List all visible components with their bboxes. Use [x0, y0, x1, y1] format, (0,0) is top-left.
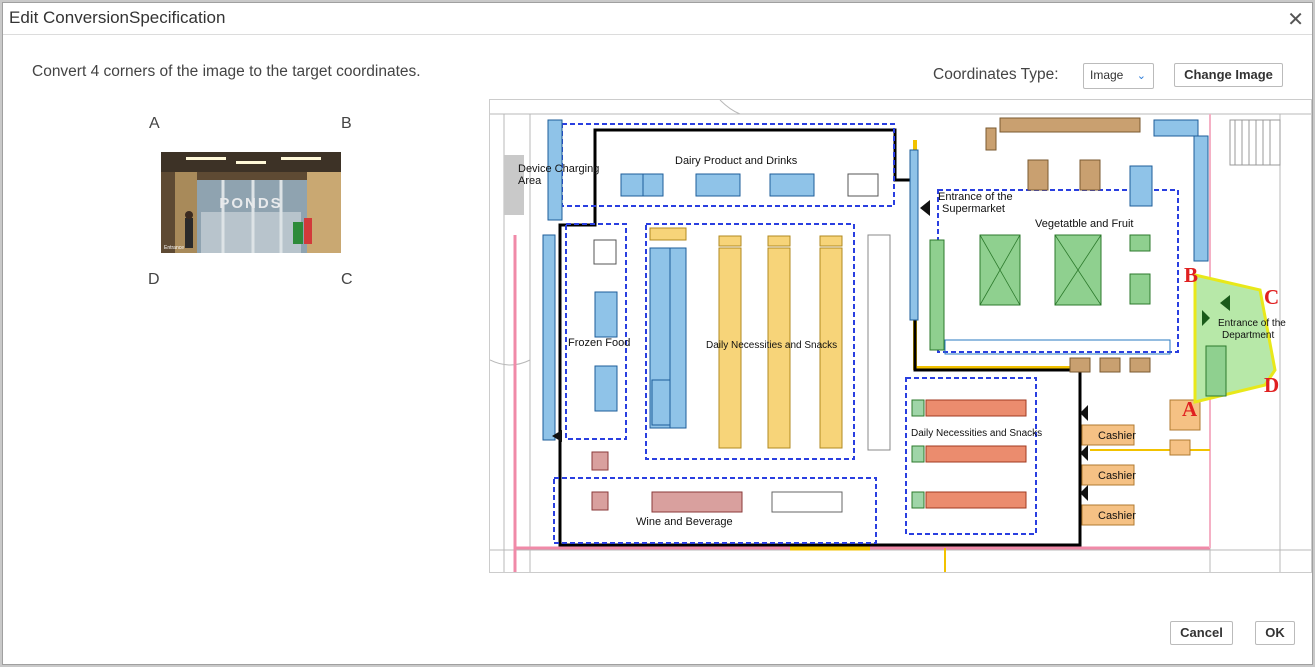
zone-label-frozen: Frozen Food: [568, 337, 630, 349]
edit-conversion-dialog: Edit ConversionSpecification ✕ Convert 4…: [2, 2, 1313, 665]
corner-label-c: C: [341, 271, 353, 288]
coordinates-type-label: Coordinates Type:: [933, 66, 1059, 83]
zone-label-device-charging-2: Area: [518, 175, 542, 187]
zone-label-daily-left: Daily Necessities and Snacks: [706, 340, 837, 351]
zone-label-cashier-3: Cashier: [1098, 510, 1136, 522]
coordinates-type-value: Image: [1090, 68, 1124, 82]
zone-label-daily-right: Daily Necessities and Snacks: [911, 428, 1042, 439]
zone-label-entrance-dept-2: Department: [1222, 330, 1274, 341]
zone-label-cashier-1: Cashier: [1098, 430, 1136, 442]
cancel-button[interactable]: Cancel: [1170, 621, 1233, 645]
corner-label-d: D: [148, 271, 160, 288]
change-image-button[interactable]: Change Image: [1174, 63, 1283, 87]
zone-label-entrance-dept-1: Entrance of the: [1218, 318, 1286, 329]
floor-plan-image: Device Charging Area Dairy Product and D…: [489, 99, 1312, 573]
corner-label-b: B: [341, 115, 352, 132]
close-icon[interactable]: ✕: [1287, 7, 1304, 32]
thumbnail-sign-text: PONDS: [219, 195, 282, 212]
map-marker-d: D: [1264, 373, 1279, 397]
map-marker-a: A: [1182, 397, 1198, 421]
instructions-text: Convert 4 corners of the image to the ta…: [32, 63, 421, 80]
title-bar: Edit ConversionSpecification ✕: [3, 3, 1312, 35]
zone-label-wine: Wine and Beverage: [636, 516, 733, 528]
thumbnail-caption: Entrance: [164, 245, 184, 251]
chevron-down-icon: ⌄: [1136, 70, 1146, 82]
zone-label-vegetable: Vegetatble and Fruit: [1035, 218, 1133, 230]
zone-label-cashier-2: Cashier: [1098, 470, 1136, 482]
corner-label-a: A: [149, 115, 160, 132]
ok-button[interactable]: OK: [1255, 621, 1295, 645]
zone-label-entrance-supermarket-1: Entrance of the: [938, 191, 1013, 203]
coordinates-type-select[interactable]: Image ⌄: [1083, 63, 1154, 89]
map-marker-b: B: [1184, 263, 1198, 287]
source-image-thumbnail: PONDS Entrance: [161, 152, 341, 253]
zone-label-device-charging-1: Device Charging: [518, 163, 599, 175]
dialog-title: Edit ConversionSpecification: [9, 8, 226, 27]
zone-label-dairy: Dairy Product and Drinks: [675, 155, 798, 167]
map-marker-c: C: [1264, 285, 1279, 309]
zone-label-entrance-supermarket-2: Supermarket: [942, 203, 1005, 215]
